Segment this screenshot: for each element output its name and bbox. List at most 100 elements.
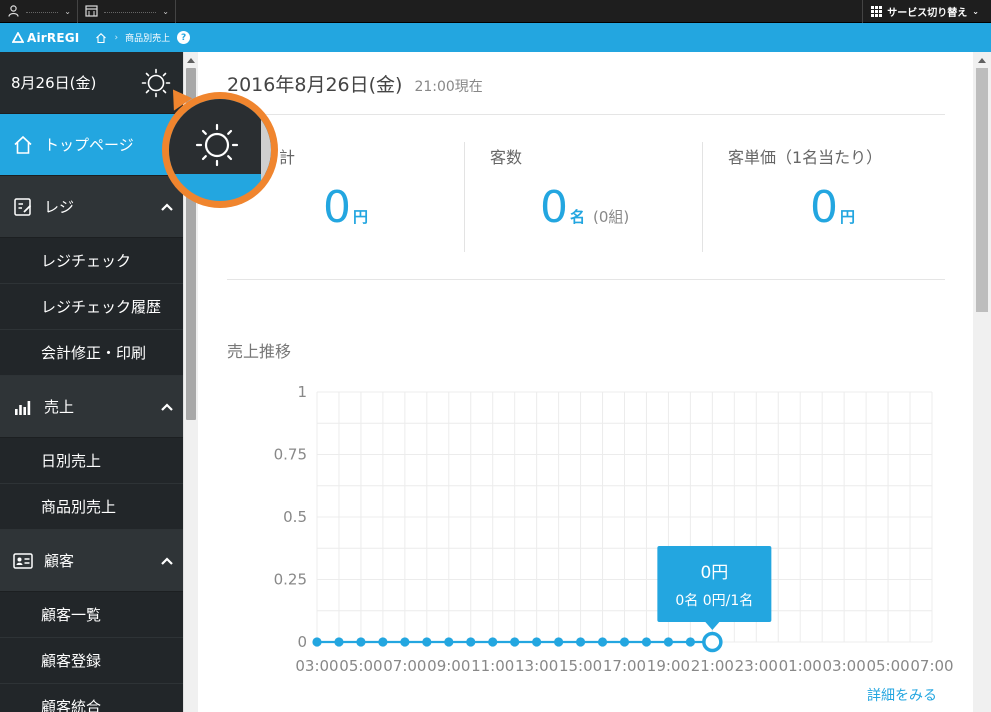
x-tick-label: 13:00: [515, 657, 558, 675]
y-tick-label: 0.25: [274, 571, 307, 589]
data-point: [510, 637, 520, 647]
user-icon: [6, 5, 20, 17]
sidebar-item-daily-sales[interactable]: 日別売上: [0, 438, 183, 484]
sidebar-item-label: レジ: [44, 198, 75, 216]
x-tick-label: 17:00: [603, 657, 646, 675]
data-point: [641, 637, 652, 647]
sidebar-section-sales[interactable]: 売上: [0, 376, 183, 438]
stat-value: 0 円: [810, 182, 855, 233]
stat-number: 0: [323, 182, 351, 233]
summary-stats: 計 0 円 客数 0 名 (0組) 客単価（1名当たり） 0 円: [227, 142, 945, 252]
y-tick-label: 0.75: [274, 446, 307, 464]
scroll-up-arrow-icon[interactable]: [977, 56, 987, 64]
sidebar-section-customers[interactable]: 顧客: [0, 530, 183, 592]
stat-value: 0 円: [323, 182, 368, 233]
stat-label: 客数: [490, 148, 523, 167]
sidebar-section-register[interactable]: レジ: [0, 176, 183, 238]
data-point: [554, 637, 564, 647]
main-content: 2016年8月26日(金) 21:00現在 計 0 円 客数 0 名 (0組) …: [199, 52, 973, 712]
sidebar-item-top-page[interactable]: トップページ: [0, 114, 183, 176]
service-switch-button[interactable]: サービス切り替え ⌄: [862, 0, 991, 23]
airregi-logo[interactable]: AirREGI: [12, 31, 79, 45]
y-tick-label: 1: [297, 383, 307, 401]
sidebar-item-label: トップページ: [44, 136, 134, 154]
data-point: [312, 637, 322, 647]
stat-customers: 客数 0 名 (0組): [464, 142, 702, 252]
stat-number: 0: [810, 182, 838, 233]
logo-text: AirREGI: [27, 30, 80, 45]
highlight-magnifier: [169, 99, 271, 201]
x-tick-label: 23:00: [735, 657, 778, 675]
sidebar-item-product-sales[interactable]: 商品別売上: [0, 484, 183, 530]
y-tick-label: 0.5: [283, 508, 307, 526]
stat-number: 0: [540, 182, 568, 233]
data-point: [619, 637, 630, 647]
sidebar-item-label: 売上: [44, 398, 75, 416]
tooltip-pointer: [705, 622, 720, 630]
x-tick-label: 15:00: [559, 657, 602, 675]
y-tick-label: 0: [297, 633, 307, 651]
data-point: [575, 637, 586, 647]
chevron-down-icon: ⌄: [972, 7, 979, 16]
x-tick-label: 01:00: [779, 657, 822, 675]
sales-trend-chart: 10.750.50.25003:00 05:00 07:00 09:00 11:00 13…: [274, 383, 954, 675]
data-point: [466, 637, 476, 647]
home-icon: [12, 134, 34, 156]
stat-value: 0 名 (0組): [540, 182, 629, 233]
stat-unit: 円: [353, 208, 369, 226]
sidebar-item-customer-register[interactable]: 顧客登録: [0, 638, 183, 684]
chevron-up-icon: [161, 202, 173, 211]
data-point: [444, 637, 454, 647]
home-icon[interactable]: [95, 32, 107, 44]
sidebar-item-register-check[interactable]: レジチェック: [0, 238, 183, 284]
tooltip-amount: 0円: [700, 563, 728, 583]
account-switcher[interactable]: ⌄: [0, 0, 78, 23]
x-tick-label: 05:00: [866, 657, 909, 675]
data-point: [532, 637, 542, 647]
chevron-up-icon: [161, 556, 173, 565]
stat-unit-price: 客単価（1名当たり） 0 円: [702, 142, 945, 252]
store-switcher[interactable]: ⌄: [78, 0, 176, 23]
data-point: [488, 637, 498, 647]
sidebar-item-register-check-history[interactable]: レジチェック履歴: [0, 284, 183, 330]
sidebar: 8月26日(金) トップページ レジ レジチェック レジチェック履歴 会計修正・…: [0, 52, 183, 712]
sidebar-item-customer-merge[interactable]: 顧客統合: [0, 684, 183, 712]
chevron-down-icon: ⌄: [162, 6, 169, 16]
sidebar-item-label: 顧客: [44, 552, 75, 570]
breadcrumb: › 商品別売上 ?: [95, 31, 191, 44]
bar-chart-icon: [12, 396, 34, 418]
register-icon: [12, 196, 34, 218]
data-point: [663, 637, 674, 647]
sidebar-date-row: 8月26日(金): [0, 52, 183, 114]
store-icon: [84, 5, 98, 17]
sun-icon[interactable]: [195, 123, 239, 167]
sidebar-date: 8月26日(金): [11, 74, 97, 92]
detail-link[interactable]: 詳細をみる: [867, 685, 937, 705]
breadcrumb-current: 商品別売上: [125, 34, 171, 44]
sidebar-item-customer-list[interactable]: 顧客一覧: [0, 592, 183, 638]
store-name: [104, 10, 157, 13]
nav-bar: AirREGI › 商品別売上 ?: [0, 23, 991, 52]
data-point: [597, 637, 608, 647]
stat-unit: 円: [840, 208, 856, 226]
main-scrollbar-thumb[interactable]: [976, 68, 988, 312]
chevron-down-icon: ⌄: [64, 6, 71, 16]
tooltip-box: [657, 546, 772, 622]
report-time: 21:00現在: [414, 79, 483, 95]
highlighted-point: [702, 631, 723, 653]
sidebar-item-receipt-edit[interactable]: 会計修正・印刷: [0, 330, 183, 376]
x-tick-label: 03:00: [823, 657, 866, 675]
data-point: [422, 637, 432, 647]
data-point: [685, 637, 695, 647]
x-tick-label: 05:00: [339, 657, 382, 675]
x-tick-label: 07:00: [910, 657, 953, 675]
x-tick-label: 03:00: [295, 657, 338, 675]
help-icon[interactable]: ?: [177, 31, 191, 44]
scroll-up-arrow-icon[interactable]: [186, 56, 196, 64]
logo-icon: [12, 32, 24, 43]
data-point: [356, 637, 366, 647]
divider: [227, 114, 945, 115]
service-switch-label: サービス切り替え: [887, 8, 968, 19]
x-tick-label: 11:00: [471, 657, 514, 675]
divider: [227, 279, 945, 280]
